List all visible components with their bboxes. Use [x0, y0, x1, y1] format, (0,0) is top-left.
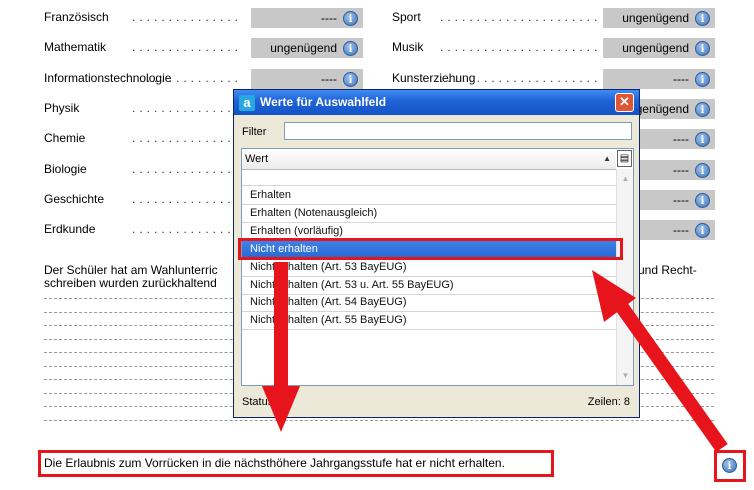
- annotation-arrows: [262, 262, 728, 453]
- arrow-down: [262, 262, 300, 432]
- arrow-up-left: [592, 270, 728, 453]
